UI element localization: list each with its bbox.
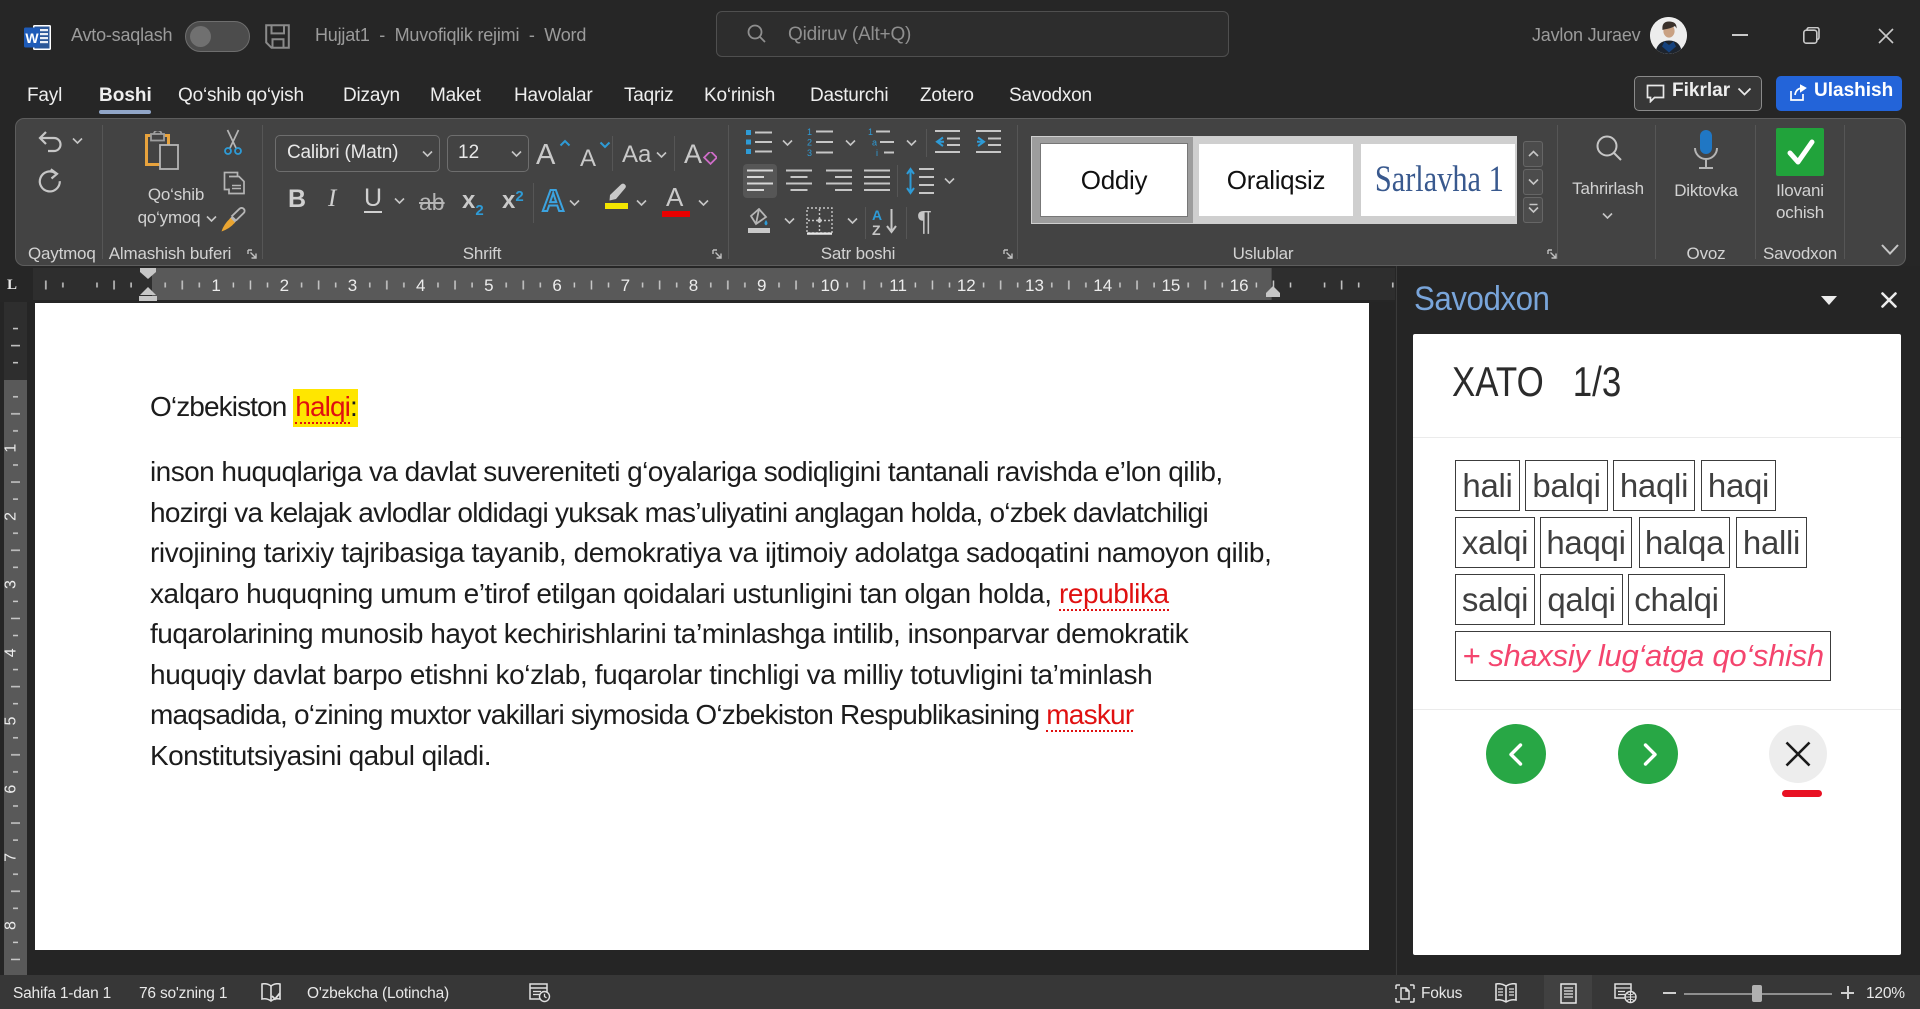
svg-text:2: 2 (4, 512, 20, 521)
svg-text:1: 1 (868, 127, 873, 137)
svg-text:1: 1 (211, 276, 220, 295)
svg-text:8: 8 (4, 921, 20, 930)
svg-text:4: 4 (4, 648, 20, 657)
svg-text:1: 1 (4, 444, 20, 453)
svg-text:3: 3 (348, 276, 357, 295)
svg-text:15: 15 (1161, 276, 1180, 295)
svg-text:a: a (872, 138, 877, 148)
svg-text:3: 3 (4, 580, 20, 589)
svg-text:Z: Z (872, 222, 881, 236)
svg-text:7: 7 (4, 853, 20, 862)
svg-text:A: A (872, 207, 882, 223)
svg-text:i: i (876, 148, 878, 156)
svg-text:12: 12 (957, 276, 976, 295)
svg-text:2: 2 (280, 276, 289, 295)
svg-text:5: 5 (484, 276, 493, 295)
svg-text:11: 11 (889, 276, 907, 295)
svg-text:8: 8 (689, 276, 698, 295)
svg-text:9: 9 (757, 276, 766, 295)
svg-text:7: 7 (621, 276, 630, 295)
svg-text:16: 16 (1230, 276, 1249, 295)
svg-text:6: 6 (4, 785, 20, 794)
svg-text:4: 4 (416, 276, 425, 295)
svg-text:10: 10 (820, 276, 839, 295)
svg-text:W: W (25, 30, 39, 46)
svg-text:2: 2 (807, 138, 812, 148)
svg-text:14: 14 (1093, 276, 1112, 295)
svg-text:13: 13 (1025, 276, 1044, 295)
svg-text:1: 1 (807, 127, 812, 137)
svg-text:5: 5 (4, 716, 20, 725)
svg-text:3: 3 (807, 148, 812, 156)
svg-text:6: 6 (552, 276, 561, 295)
